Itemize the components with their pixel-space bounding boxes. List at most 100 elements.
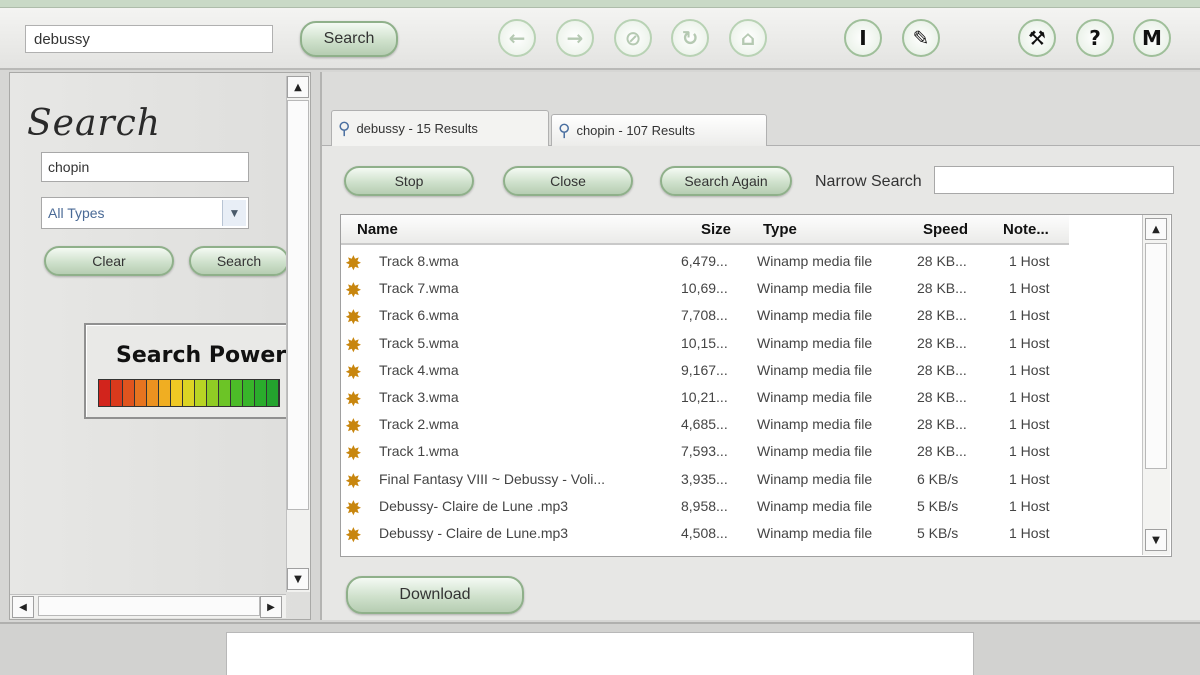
cell-name: Debussy - Claire de Lune.mp3 <box>379 525 569 541</box>
left-vertical-scroll-thumb[interactable] <box>287 100 309 510</box>
search-again-button[interactable]: Search Again <box>660 166 792 196</box>
results-vertical-scrollbar[interactable]: ▲ ▼ <box>1142 215 1170 555</box>
top-search-input[interactable] <box>25 25 273 53</box>
logo-m-icon[interactable]: M <box>1133 19 1171 57</box>
left-search-button-label: Search <box>216 253 262 269</box>
cell-type: Winamp media file <box>757 280 873 297</box>
tab-debussy-results[interactable]: ⚲ debussy - 15 Results <box>331 110 549 146</box>
cell-name: Debussy- Claire de Lune .mp3 <box>379 497 569 514</box>
scroll-up-icon[interactable]: ▲ <box>1145 218 1167 240</box>
narrow-search-input[interactable] <box>934 166 1174 194</box>
cell-type: Winamp media file <box>757 389 873 405</box>
cell-name: Track 2.wma <box>379 416 459 433</box>
chevron-down-icon[interactable]: ▼ <box>222 200 246 226</box>
search-panel-title: Search <box>27 103 161 144</box>
magnifier-icon: ⚲ <box>338 118 351 139</box>
file-type-select[interactable]: All Types ▼ <box>41 197 249 229</box>
left-panel-horizontal-scrollbar[interactable]: ◀ ▶ <box>10 594 286 618</box>
scroll-down-icon[interactable]: ▼ <box>287 568 309 590</box>
wrench-icon[interactable]: ⚒ <box>1018 19 1056 57</box>
cell-size: 7,708... <box>681 307 728 324</box>
top-search-button-label: Search <box>323 30 375 47</box>
clear-button-label: Clear <box>92 253 126 269</box>
stop-button[interactable]: Stop <box>344 166 474 196</box>
stop-icon[interactable]: ⊘ <box>614 19 652 57</box>
left-horizontal-scroll-thumb[interactable] <box>38 596 260 616</box>
forward-arrow-icon[interactable]: → <box>556 19 594 57</box>
top-search-button[interactable]: Search <box>300 21 398 57</box>
cell-speed: 28 KB... <box>917 361 967 378</box>
cell-speed: 28 KB... <box>917 389 967 405</box>
table-row[interactable]: ✸ Track 5.wma 10,15... Winamp media file 28 … <box>341 331 1141 358</box>
cell-note: 1 Host <box>1009 497 1050 514</box>
cell-size: 3,935... <box>681 470 728 487</box>
cell-note: 1 Host <box>1009 389 1050 405</box>
close-button[interactable]: Close <box>503 166 633 196</box>
left-search-button[interactable]: Search <box>189 246 289 276</box>
scroll-up-icon[interactable]: ▲ <box>287 76 309 98</box>
table-row[interactable]: ✸ Track 6.wma 7,708... Winamp media file 28 … <box>341 303 1141 330</box>
scroll-down-icon[interactable]: ▼ <box>1145 529 1167 551</box>
tab-chopin-results[interactable]: ⚲ chopin - 107 Results <box>551 114 767 146</box>
tab-label: debussy - 15 Results <box>356 121 478 136</box>
winamp-file-icon: ✸ <box>345 387 362 411</box>
cell-speed: 5 KB/s <box>917 497 959 514</box>
cell-size: 6,479... <box>681 253 728 269</box>
cell-size: 10,69... <box>681 280 728 297</box>
table-row[interactable]: ✸ Track 7.wma 10,69... Winamp media file 28 … <box>341 276 1141 303</box>
table-row[interactable]: ✸ Track 3.wma 10,21... Winamp media file 28 … <box>341 385 1141 412</box>
winamp-file-icon: ✸ <box>345 468 362 493</box>
left-search-input[interactable] <box>41 152 249 182</box>
table-row[interactable]: ✸ Debussy - Claire de Lune.mp3 4,508... Win… <box>341 521 1141 548</box>
column-header-size[interactable]: Size <box>701 221 731 238</box>
winamp-file-icon: ✸ <box>345 305 362 330</box>
file-type-value: All Types <box>48 205 105 221</box>
search-power-title: Search Power <box>116 343 287 368</box>
winamp-file-icon: ✸ <box>345 441 362 466</box>
cell-name: Track 8.wma <box>379 253 459 269</box>
text-i-icon[interactable]: I <box>844 19 882 57</box>
table-row[interactable]: ✸ Track 1.wma 7,593... Winamp media file 28 … <box>341 439 1141 466</box>
left-panel-vertical-scrollbar[interactable]: ▲ ▼ <box>286 76 310 592</box>
scroll-right-icon[interactable]: ▶ <box>260 596 282 618</box>
cell-size: 4,685... <box>681 416 728 433</box>
cell-name: Track 4.wma <box>379 361 459 378</box>
home-icon[interactable]: ⌂ <box>729 19 767 57</box>
scroll-left-icon[interactable]: ◀ <box>12 596 34 618</box>
table-row[interactable]: ✸ Debussy- Claire de Lune .mp3 8,958... Win… <box>341 494 1141 521</box>
power-level-bar <box>98 379 280 407</box>
table-row[interactable]: ✸ Track 4.wma 9,167... Winamp media file 28 … <box>341 358 1141 385</box>
cell-name: Track 1.wma <box>379 443 459 460</box>
cell-speed: 5 KB/s <box>917 525 959 541</box>
table-row[interactable]: ✸ Track 8.wma 6,479... Winamp media file 28 … <box>341 249 1141 276</box>
column-header-note[interactable]: Note... <box>1003 221 1049 238</box>
winamp-file-icon: ✸ <box>345 359 362 384</box>
column-header-type[interactable]: Type <box>763 221 797 238</box>
table-row[interactable]: ✸ Track 2.wma 4,685... Winamp media file 28 … <box>341 412 1141 439</box>
cell-note: 1 Host <box>1009 307 1050 324</box>
cell-name: Track 5.wma <box>379 334 459 351</box>
column-header-speed[interactable]: Speed <box>923 221 968 238</box>
cell-type: Winamp media file <box>757 525 873 541</box>
cell-name: Final Fantasy VIII ~ Debussy - Voli... <box>379 470 606 487</box>
pen-icon[interactable]: ✎ <box>902 19 940 57</box>
cell-size: 7,593... <box>681 443 728 460</box>
back-arrow-icon[interactable]: ← <box>498 19 536 57</box>
winamp-file-icon: ✸ <box>345 495 362 520</box>
results-scroll-thumb[interactable] <box>1145 243 1167 469</box>
clear-button[interactable]: Clear <box>44 246 174 276</box>
column-header-name[interactable]: Name <box>357 221 398 238</box>
search-again-button-label: Search Again <box>684 173 768 189</box>
status-panel <box>226 632 974 675</box>
cell-size: 10,15... <box>681 334 728 351</box>
cell-size: 8,958... <box>681 497 728 514</box>
window-top-strip <box>0 0 1200 8</box>
search-power-meter: Search Power <box>84 323 290 419</box>
refresh-icon[interactable]: ↻ <box>671 19 709 57</box>
cell-note: 1 Host <box>1009 280 1050 297</box>
winamp-file-icon: ✸ <box>345 278 362 303</box>
download-button[interactable]: Download <box>346 576 524 614</box>
table-row[interactable]: ✸ Final Fantasy VIII ~ Debussy - Voli... 3… <box>341 467 1141 494</box>
cell-type: Winamp media file <box>757 443 873 460</box>
help-icon[interactable]: ? <box>1076 19 1114 57</box>
